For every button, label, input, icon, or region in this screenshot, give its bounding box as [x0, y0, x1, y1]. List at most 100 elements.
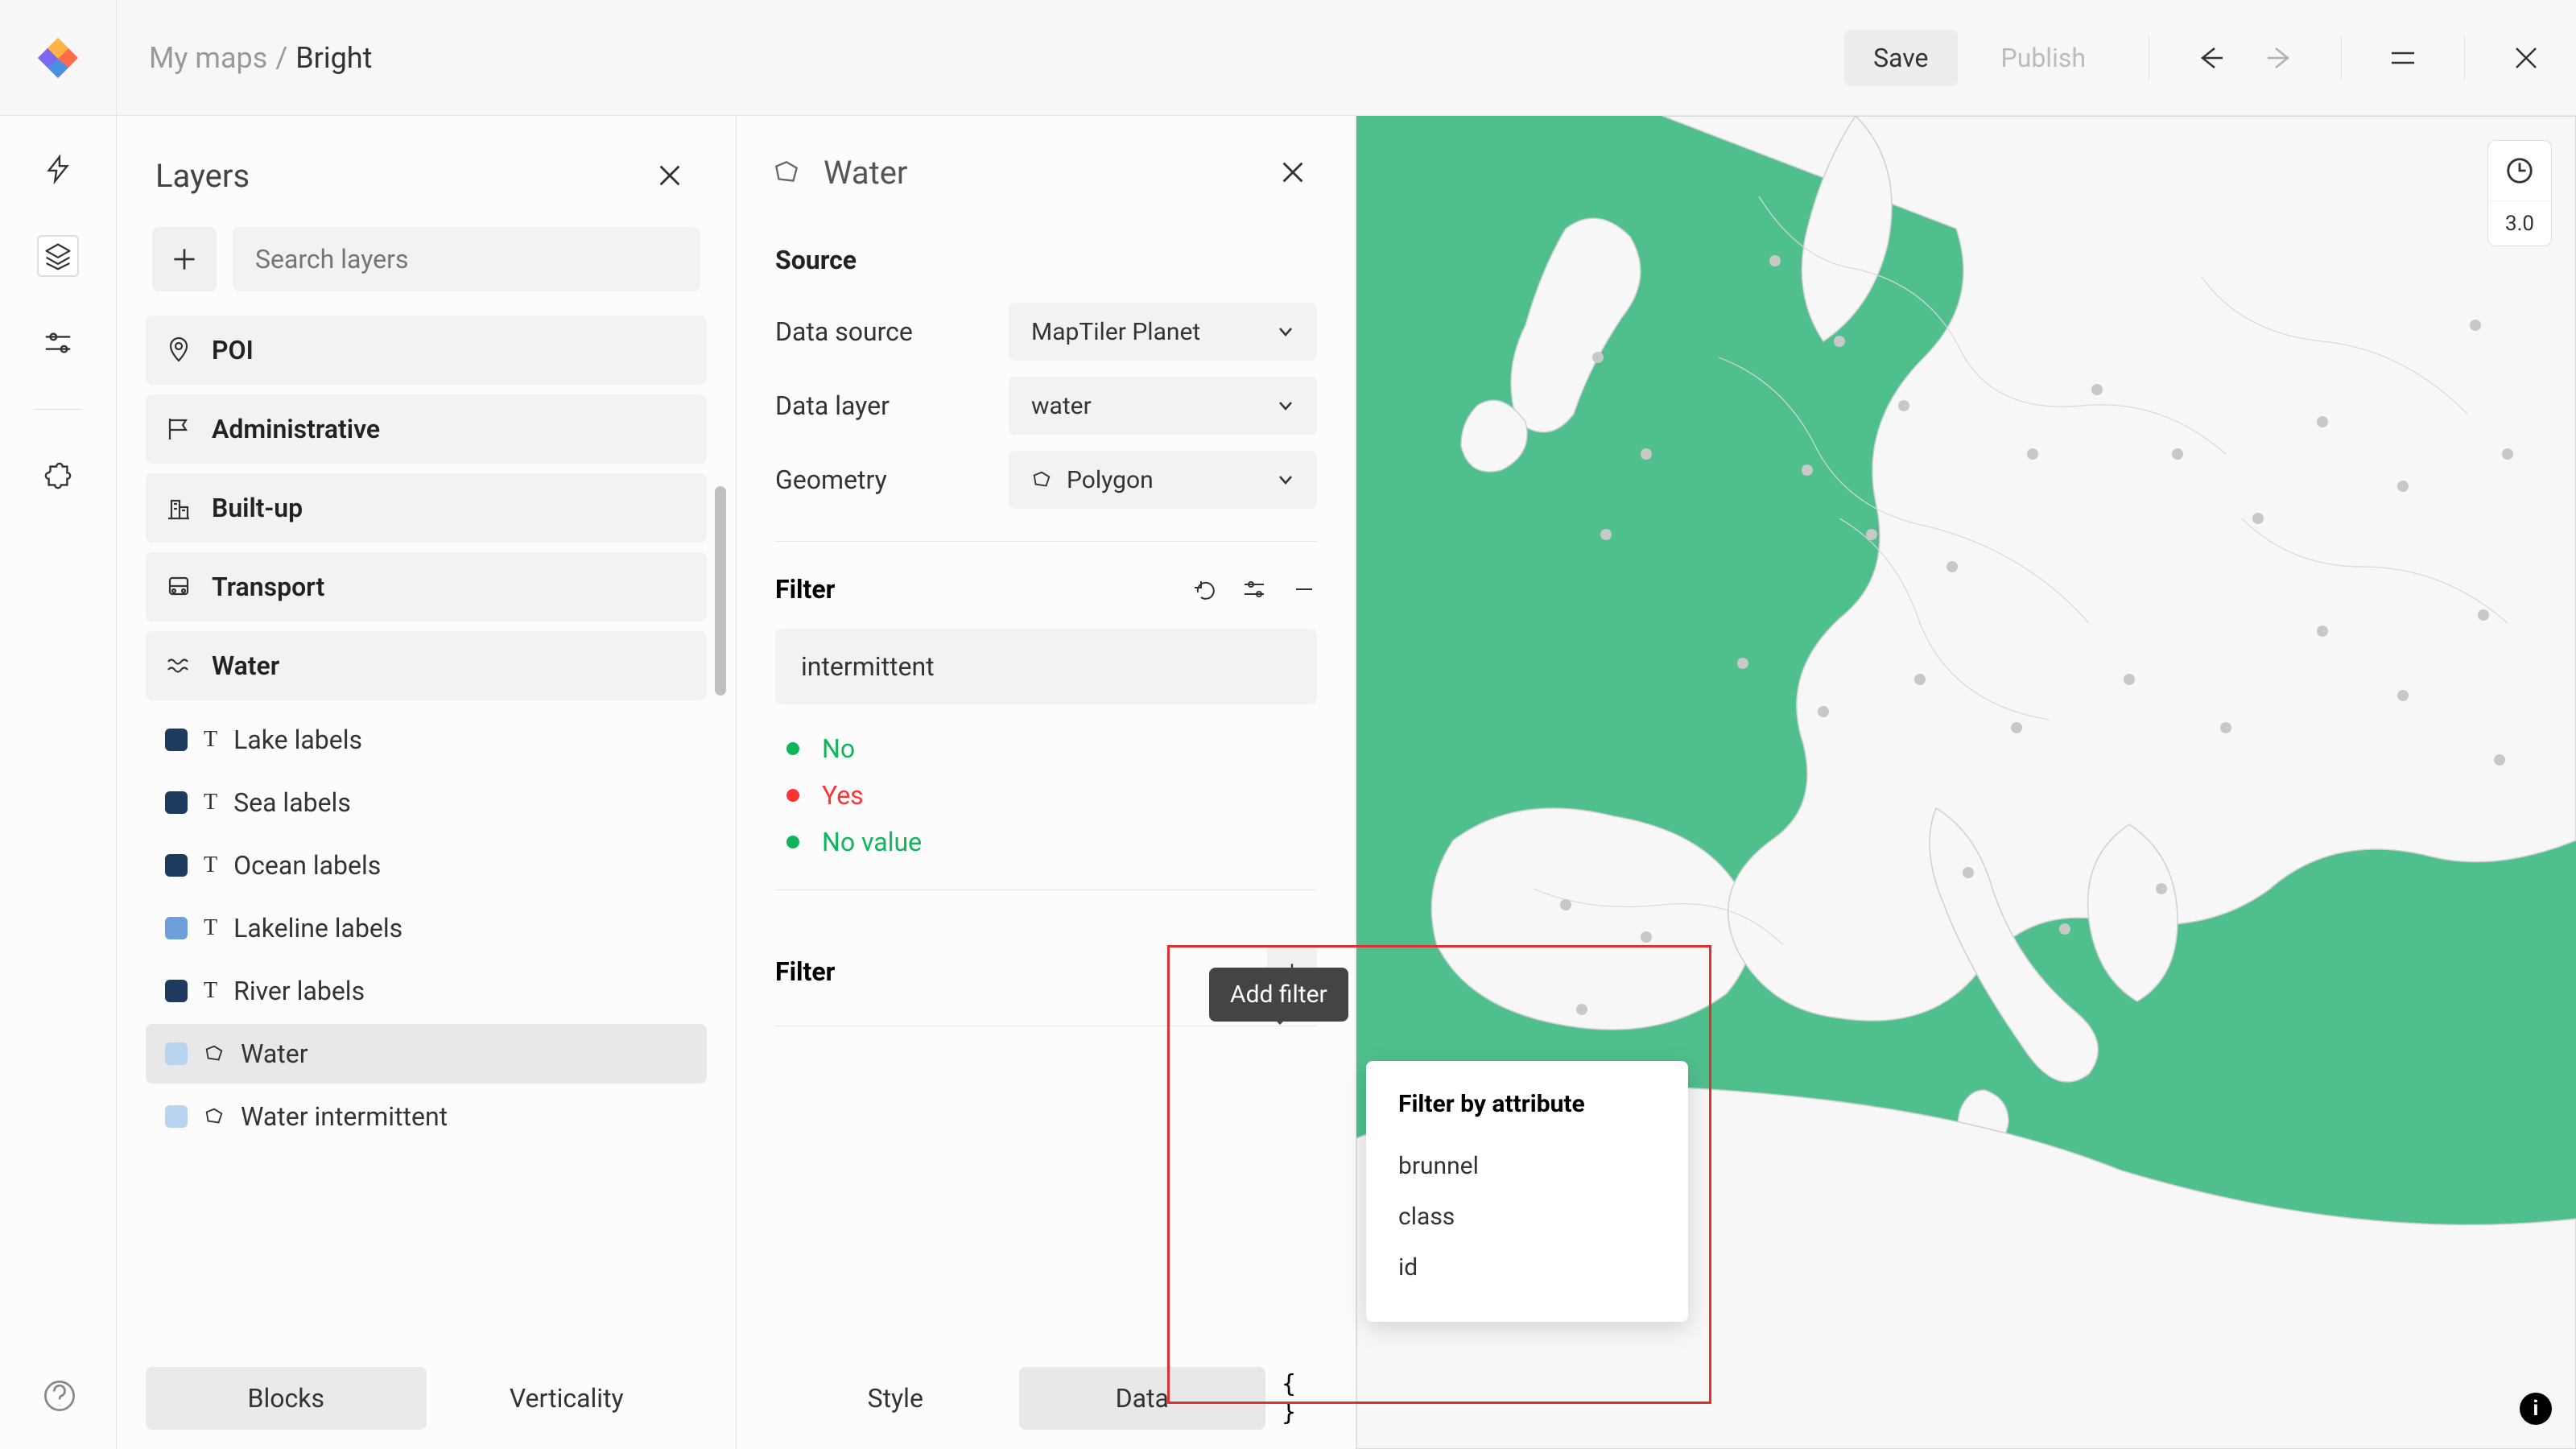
layer-river-labels[interactable]: T River labels [146, 961, 707, 1021]
app-header: My maps / Bright Save Publish [0, 0, 2576, 116]
divider [2464, 36, 2465, 80]
tab-style[interactable]: Style [772, 1367, 1019, 1430]
group-admin[interactable]: Administrative [146, 394, 707, 464]
layer-water-intermittent[interactable]: Water intermittent [146, 1087, 707, 1146]
forward-button[interactable] [2252, 31, 2307, 85]
layer-swatch [165, 1042, 188, 1065]
layer-label: Ocean labels [233, 850, 381, 881]
scrollbar-thumb[interactable] [715, 486, 726, 696]
select-value: MapTiler Planet [1031, 318, 1200, 346]
tab-data[interactable]: Data [1019, 1367, 1266, 1430]
geometry-select[interactable]: Polygon [1009, 451, 1317, 509]
breadcrumb-root[interactable]: My maps [149, 41, 267, 75]
source-section-label: Source [737, 221, 1356, 295]
filter-value-no[interactable]: No [737, 725, 1356, 772]
close-props-button[interactable] [1265, 145, 1320, 200]
group-label: Built-up [212, 493, 303, 523]
props-title: Water [824, 154, 1243, 192]
polygon-icon [204, 1106, 225, 1127]
flag-icon [165, 415, 192, 443]
rail-help[interactable] [39, 1375, 80, 1417]
filter-value-label: No [822, 733, 855, 764]
layer-sea-labels[interactable]: T Sea labels [146, 773, 707, 832]
rail-layers[interactable] [37, 235, 79, 277]
popover-item-class[interactable]: class [1398, 1191, 1656, 1242]
building-icon [165, 494, 192, 522]
popover-item-id[interactable]: id [1398, 1242, 1656, 1293]
select-value: Polygon [1067, 466, 1154, 494]
text-icon: T [204, 852, 217, 878]
add-layer-button[interactable] [152, 227, 217, 291]
chevron-down-icon [1277, 471, 1294, 489]
data-source-select[interactable]: MapTiler Planet [1009, 303, 1317, 361]
layer-swatch [165, 791, 188, 814]
back-button[interactable] [2183, 31, 2238, 85]
filter-section-label: Filter [775, 574, 835, 605]
tooltip-add-filter: Add filter [1209, 968, 1348, 1022]
layer-lake-labels[interactable]: T Lake labels [146, 710, 707, 770]
rail-plugin[interactable] [37, 455, 79, 497]
data-source-label: Data source [775, 316, 985, 347]
close-icon [2510, 42, 2542, 74]
data-layer-select[interactable]: water [1009, 377, 1317, 435]
zoom-control: 3.0 [2487, 140, 2552, 246]
rail-sliders[interactable] [37, 322, 79, 364]
reset-filter-button[interactable] [1191, 576, 1217, 602]
group-label: Transport [212, 572, 324, 602]
geometry-label: Geometry [775, 464, 985, 495]
filter-settings-button[interactable] [1241, 576, 1267, 602]
clock-icon [2504, 155, 2535, 186]
json-button[interactable]: { } [1265, 1370, 1320, 1426]
layer-label: Water intermittent [241, 1101, 448, 1132]
text-icon: T [204, 915, 217, 941]
layer-label: Water [241, 1038, 308, 1069]
filter-attribute-chip[interactable]: intermittent [775, 629, 1317, 704]
group-transport[interactable]: Transport [146, 552, 707, 621]
help-icon [42, 1378, 77, 1414]
save-button[interactable]: Save [1844, 30, 1957, 86]
sliders-icon [43, 328, 73, 358]
header-actions: Save Publish [1844, 30, 2576, 86]
menu-button[interactable] [2376, 31, 2430, 85]
remove-filter-button[interactable] [1291, 576, 1317, 602]
close-layers-button[interactable] [642, 148, 697, 203]
layer-swatch [165, 917, 188, 939]
text-icon: T [204, 978, 217, 1004]
filter-value-novalue[interactable]: No value [737, 819, 1356, 865]
group-label: Water [212, 650, 279, 681]
tab-blocks[interactable]: Blocks [146, 1367, 427, 1430]
tab-verticality[interactable]: Verticality [427, 1367, 708, 1430]
close-app-button[interactable] [2499, 31, 2553, 85]
breadcrumb-current: Bright [295, 41, 372, 75]
layer-water[interactable]: Water [146, 1024, 707, 1084]
arrow-left-icon [2194, 42, 2227, 74]
group-water[interactable]: Water [146, 631, 707, 700]
select-value: water [1031, 392, 1092, 420]
arrow-right-icon [2264, 42, 2296, 74]
status-dot-green [786, 742, 799, 755]
brand-logo[interactable] [0, 0, 117, 116]
breadcrumb-sep: / [275, 41, 287, 75]
layer-ocean-labels[interactable]: T Ocean labels [146, 836, 707, 895]
layer-lakeline-labels[interactable]: T Lakeline labels [146, 898, 707, 958]
status-dot-green [786, 836, 799, 848]
chevron-down-icon [1277, 323, 1294, 341]
popover-item-brunnel[interactable]: brunnel [1398, 1141, 1656, 1191]
layer-swatch [165, 729, 188, 751]
group-poi[interactable]: POI [146, 316, 707, 385]
layers-footer: Blocks Verticality [117, 1356, 736, 1449]
zoom-level[interactable]: 3.0 [2488, 200, 2551, 246]
filter-value-label: Yes [822, 780, 864, 811]
rail-divider [34, 409, 82, 410]
rail-flash[interactable] [37, 148, 79, 190]
polygon-icon [1031, 469, 1052, 490]
divider [2341, 36, 2342, 80]
filter-value-yes[interactable]: Yes [737, 772, 1356, 819]
layers-panel: Layers POI Administrative Built-up [117, 116, 737, 1449]
polygon-icon [772, 158, 801, 187]
group-builtup[interactable]: Built-up [146, 473, 707, 543]
publish-button[interactable]: Publish [1972, 30, 2116, 86]
search-input[interactable] [233, 227, 700, 291]
map-info-button[interactable]: i [2520, 1393, 2552, 1425]
zoom-reset-button[interactable] [2488, 141, 2551, 200]
